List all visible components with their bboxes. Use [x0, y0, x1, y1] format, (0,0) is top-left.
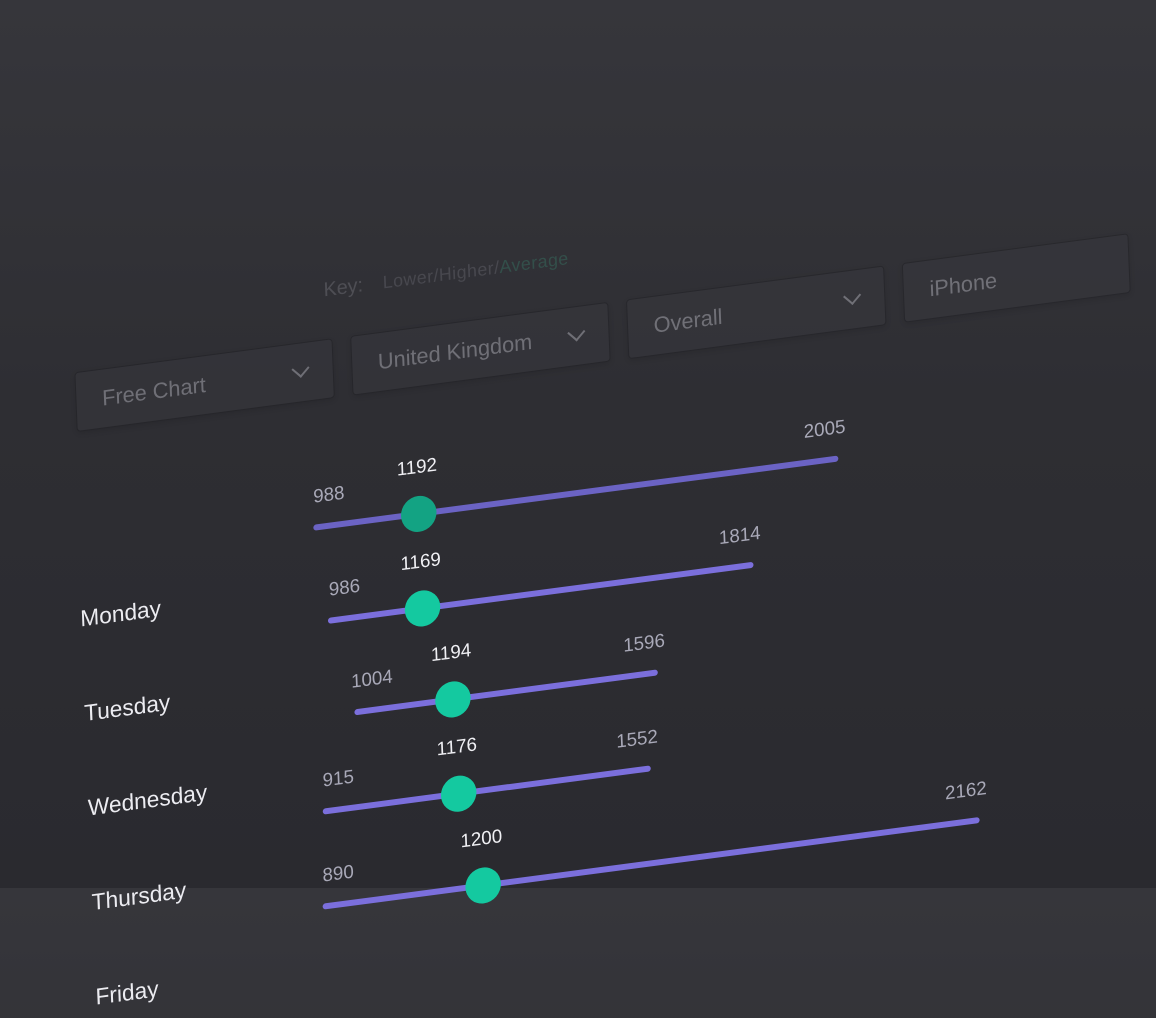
chart-type-value: Free Chart [101, 372, 207, 411]
key-text-left: Lower/Higher/ [382, 257, 500, 293]
tilted-panel: Key: Lower/Higher/Average Free Chart Uni… [0, 0, 1156, 1010]
range-track[interactable] [322, 816, 980, 910]
day-label: Thursday [91, 876, 187, 916]
max-label: 1814 [718, 522, 762, 550]
slider-thumb[interactable] [464, 865, 502, 906]
app-canvas: Key: Lower/Higher/Average Free Chart Uni… [0, 0, 1156, 1010]
category-value: Overall [653, 303, 723, 338]
day-label: Tuesday [83, 688, 171, 727]
key-text-average: Average [499, 248, 570, 278]
filter-bar: Free Chart United Kingdom Overall iPhone [74, 233, 1131, 432]
legend-key: Key: Lower/Higher/Average [323, 247, 569, 302]
slider-row-tuesday: Tuesday 986 1814 1169 [26, 507, 1156, 726]
max-label: 2005 [803, 416, 846, 444]
country-dropdown[interactable]: United Kingdom [350, 301, 611, 396]
slider-row-monday: Monday 988 2005 1192 [23, 413, 1156, 632]
slider-thumb[interactable] [400, 493, 438, 535]
chevron-down-icon [291, 359, 310, 378]
max-label: 2162 [944, 778, 988, 805]
key-description: Lower/Higher/Average [382, 248, 569, 293]
device-value: iPhone [929, 267, 998, 302]
slider-thumb[interactable] [440, 773, 478, 814]
value-label: 1169 [400, 549, 442, 576]
range-track[interactable] [313, 455, 839, 531]
max-label: 1596 [622, 630, 666, 657]
chevron-down-icon [567, 322, 586, 341]
chevron-down-icon [843, 286, 862, 305]
min-label: 988 [312, 482, 345, 508]
device-dropdown[interactable]: iPhone [901, 233, 1131, 323]
slider-thumb[interactable] [404, 588, 441, 629]
day-label: Friday [95, 975, 159, 1010]
category-dropdown[interactable]: Overall [625, 265, 887, 360]
slider-thumb[interactable] [434, 679, 472, 720]
country-value: United Kingdom [377, 328, 533, 375]
slider-row-thursday: Thursday 915 1552 1176 [34, 696, 1156, 915]
slider-row-friday: Friday 890 2162 1200 [38, 778, 1156, 1010]
value-label: 1192 [396, 454, 438, 481]
value-label: 1194 [430, 640, 472, 667]
day-label: Wednesday [87, 778, 208, 821]
key-label: Key: [323, 274, 364, 302]
min-label: 890 [322, 861, 355, 887]
range-track[interactable] [322, 765, 651, 815]
range-track[interactable] [327, 561, 754, 624]
chart-type-dropdown[interactable]: Free Chart [74, 338, 335, 432]
day-label: Monday [79, 595, 162, 632]
min-label: 915 [322, 766, 355, 792]
value-label: 1176 [436, 734, 478, 761]
range-track[interactable] [354, 669, 658, 716]
min-label: 1004 [350, 666, 394, 693]
min-label: 986 [328, 575, 361, 601]
value-label: 1200 [460, 826, 503, 853]
max-label: 1552 [615, 726, 659, 753]
slider-row-wednesday: Wednesday 1004 1596 1194 [30, 602, 1156, 821]
